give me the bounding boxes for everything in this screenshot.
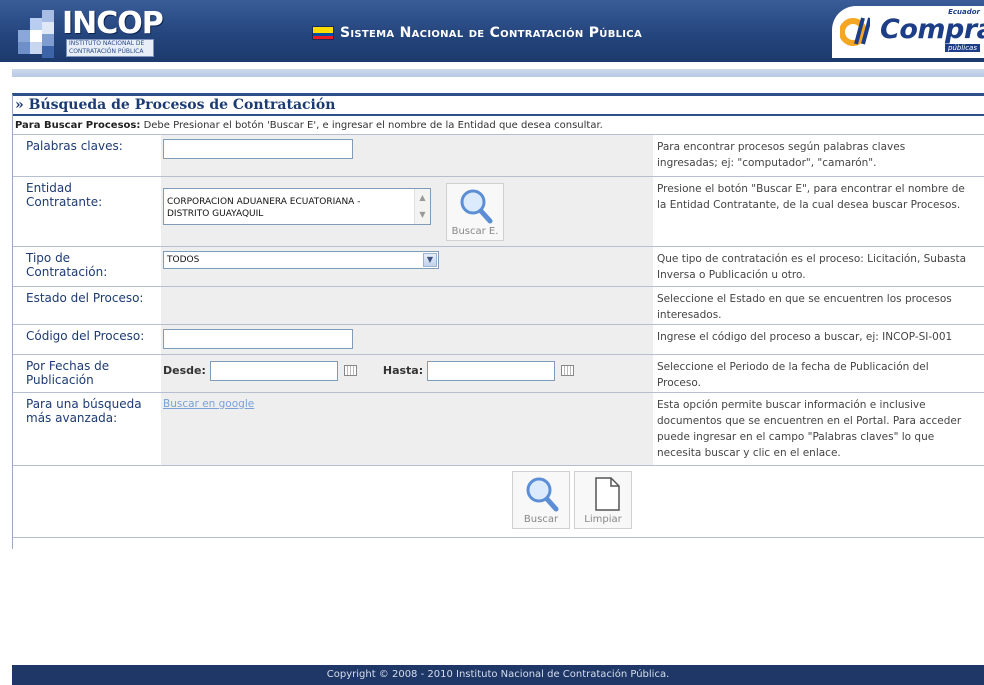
ecuador-flag-icon — [312, 26, 334, 40]
contract-type-select[interactable]: TODOS ▼ — [163, 250, 439, 269]
advanced-help-line4: necesita buscar y clic en el enlace. — [657, 446, 841, 459]
process-code-label: Código del Proceso: — [26, 328, 145, 343]
entity-help-line1: Presione el botón "Buscar E", para encon… — [657, 182, 965, 195]
chevron-down-icon[interactable]: ▼ — [423, 252, 437, 267]
scroll-down-icon[interactable]: ▼ — [415, 206, 430, 223]
search-form: Palabras claves: Para encontrar procesos… — [13, 135, 984, 466]
compras-mark-icon — [840, 17, 870, 46]
contract-type-help-line2: Inversa o Publicación u otro. — [657, 268, 806, 281]
search-entity-button-label: Buscar E. — [451, 225, 499, 237]
search-button-label: Buscar — [523, 513, 559, 525]
system-title: Sistema Nacional de Contratación Pública — [312, 24, 642, 42]
from-date-input[interactable] — [209, 360, 338, 381]
google-search-link[interactable]: Buscar en google — [163, 398, 254, 410]
process-status-help-line2: interesados. — [657, 308, 722, 321]
incop-logo-subtitle: Instituto Nacional de Contratación Públi… — [66, 39, 154, 57]
instructions-label: Para Buscar Procesos: — [15, 120, 141, 131]
dates-help-line2: Proceso. — [657, 376, 701, 389]
dates-label-line2: Publicación — [26, 372, 94, 387]
keywords-help-line2: ingresadas; ej: "computador", "camarón". — [657, 157, 877, 169]
page-header: INCOP Instituto Nacional de Contratación… — [0, 0, 984, 62]
row-entity: Entidad Contratante: CORPORACION ADUANER… — [13, 176, 984, 247]
process-status-help-line1: Seleccione el Estado en que se encuentre… — [657, 292, 952, 305]
copyright-text: Copyright © 2008 - 2010 Instituto Nacion… — [326, 669, 670, 680]
contract-type-label-line2: Contratación: — [26, 264, 108, 279]
entity-value-line1: CORPORACION ADUANERA ECUATORIANA - — [167, 196, 361, 207]
scroll-up-icon[interactable]: ▲ — [415, 189, 430, 206]
row-publication-dates: Por Fechas de Publicación Desde: Hasta: … — [13, 354, 984, 393]
advanced-label-line1: Para una búsqueda — [26, 396, 142, 411]
row-contract-type: Tipo de Contratación: TODOS ▼ Que tipo d… — [13, 246, 984, 287]
blank-document-icon — [595, 476, 620, 511]
compras-publicas-logo[interactable]: Ecuador Compras públicas — [832, 6, 984, 58]
to-date-input[interactable] — [427, 360, 556, 381]
process-code-help-line1: Ingrese el código del proceso a buscar, … — [657, 330, 953, 343]
date-range: Desde: Hasta: — [163, 359, 653, 381]
magnifier-icon — [460, 189, 493, 223]
dates-help-line1: Seleccione el Periodo de la fecha de Pub… — [657, 360, 929, 373]
search-entity-button[interactable]: Buscar E. — [446, 182, 504, 241]
incop-mosaic-icon — [18, 10, 62, 58]
row-advanced-search: Para una búsqueda más avanzada: Buscar e… — [13, 392, 984, 466]
incop-logo[interactable]: INCOP Instituto Nacional de Contratación… — [18, 6, 164, 58]
row-process-status: Estado del Proceso: Seleccione el Estado… — [13, 286, 984, 325]
advanced-label-line2: más avanzada: — [26, 410, 118, 425]
search-button[interactable]: Buscar — [512, 470, 570, 529]
contract-type-help-line1: Que tipo de contratación es el proceso: … — [657, 252, 967, 265]
entity-label-line2: Contratante: — [26, 194, 103, 209]
instructions: Para Buscar Procesos: Debe Presionar el … — [13, 116, 984, 135]
instructions-text: Debe Presionar el botón 'Buscar E', e in… — [143, 120, 603, 131]
search-panel: » Búsqueda de Procesos de Contratación P… — [12, 93, 984, 549]
advanced-help-line3: puede ingresar en el campo "Palabras cla… — [657, 430, 935, 443]
entity-label-line1: Entidad — [26, 180, 72, 195]
clear-button[interactable]: Limpiar — [574, 470, 632, 529]
keywords-help-line1: Para encontrar procesos según palabras c… — [657, 141, 906, 153]
contract-type-label-line1: Tipo de — [26, 250, 71, 265]
compras-logo-text: Compras — [880, 14, 984, 45]
row-process-code: Código del Proceso: Ingrese el código de… — [13, 324, 984, 355]
advanced-help-line2: documentos que se encuentren en el Porta… — [657, 414, 962, 427]
magnifier-icon — [526, 477, 559, 511]
header-subbar — [12, 69, 984, 77]
keywords-input[interactable] — [163, 139, 353, 159]
entity-scrollbar[interactable]: ▲ ▼ — [414, 188, 430, 224]
contract-type-selected: TODOS — [167, 254, 200, 265]
entity-help-line2: la Entidad Contratante, de la cual desea… — [657, 198, 961, 211]
from-date-label: Desde: — [163, 364, 206, 377]
clear-button-label: Limpiar — [584, 513, 622, 525]
row-keywords: Palabras claves: Para encontrar procesos… — [13, 135, 984, 177]
calendar-icon[interactable] — [343, 365, 357, 376]
system-title-text: Sistema Nacional de Contratación Pública — [340, 25, 642, 41]
entity-textarea[interactable]: CORPORACION ADUANERA ECUATORIANA - DISTR… — [163, 187, 431, 225]
dates-label-line1: Por Fechas de — [26, 358, 110, 373]
calendar-icon[interactable] — [561, 365, 575, 376]
action-buttons: Buscar Limpiar — [13, 466, 984, 538]
process-code-input[interactable] — [163, 328, 353, 349]
advanced-help-line1: Esta opción permite buscar información e… — [657, 398, 926, 411]
to-date-label: Hasta: — [382, 364, 424, 377]
page-footer: Copyright © 2008 - 2010 Instituto Nacion… — [12, 665, 984, 685]
header-divider — [10, 62, 984, 66]
page-title: » Búsqueda de Procesos de Contratación — [13, 96, 984, 116]
compras-logo-subtitle: públicas — [945, 44, 980, 52]
incop-logo-text: INCOP — [62, 6, 164, 41]
process-status-label: Estado del Proceso: — [26, 290, 144, 305]
keywords-label: Palabras claves: — [26, 139, 123, 153]
entity-value-line2: DISTRITO GUAYAQUIL — [167, 208, 264, 219]
